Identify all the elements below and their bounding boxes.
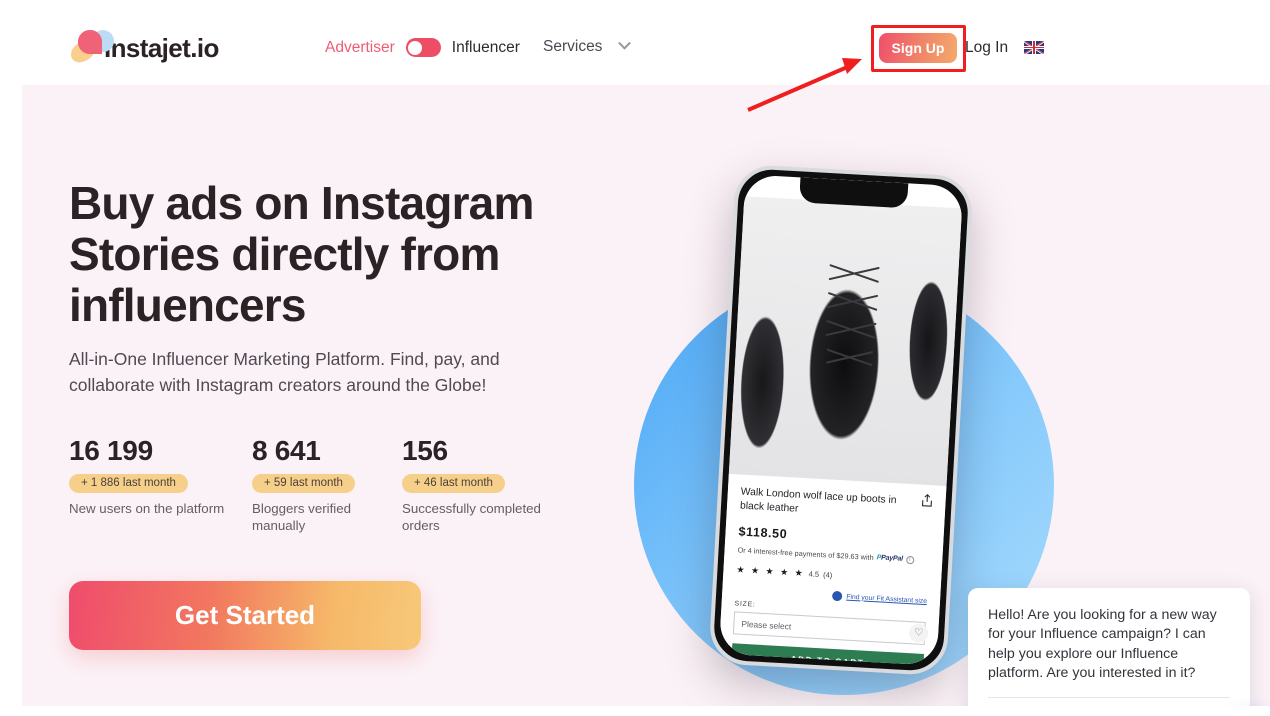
- stat-label: New users on the platform: [69, 501, 225, 516]
- stat-value: 8 641: [252, 435, 321, 466]
- favorite-heart-icon[interactable]: ♡: [908, 623, 929, 644]
- nav-services-label: Services: [543, 38, 603, 55]
- product-photo-boots: [728, 196, 962, 488]
- stat-item: 16 199 + 1 886 last month New users on t…: [69, 435, 252, 534]
- rating-value: 4.5: [808, 569, 820, 580]
- site-logo[interactable]: Instajet.io: [66, 28, 219, 68]
- uk-flag-icon[interactable]: [1024, 41, 1044, 54]
- product-card: Walk London wolf lace up boots in black …: [718, 473, 947, 666]
- stats-row: 16 199 + 1 886 last month New users on t…: [69, 435, 629, 534]
- payment-note: Or 4 interest-free payments of $29.63 wi…: [737, 545, 874, 563]
- phone-mockup: Walk London wolf lace up boots in black …: [708, 163, 974, 677]
- influencer-label[interactable]: Influencer: [452, 39, 520, 57]
- page-title: Buy ads on Instagram Stories directly fr…: [69, 177, 534, 331]
- instajet-logo-icon: [66, 28, 116, 68]
- stat-value: 16 199: [69, 435, 153, 466]
- stat-item: 8 641 + 59 last month Bloggers verified …: [252, 435, 402, 534]
- chat-widget: Hello! Are you looking for a new way for…: [968, 588, 1250, 706]
- star-rating-icon: ★ ★ ★ ★ ★: [736, 564, 806, 579]
- phone-screen: Walk London wolf lace up boots in black …: [718, 174, 964, 666]
- size-select-value: Please select: [741, 618, 792, 632]
- toggle-knob: [408, 40, 423, 55]
- phone-body: Walk London wolf lace up boots in black …: [708, 163, 974, 677]
- review-count: (4): [822, 570, 833, 580]
- chat-message: Hello! Are you looking for a new way for…: [988, 607, 1217, 682]
- stat-label: Bloggers verified manually: [252, 501, 352, 533]
- fit-assistant-icon: [832, 590, 843, 602]
- stat-badge: + 46 last month: [402, 474, 505, 493]
- hero-section: Buy ads on Instagram Stories directly fr…: [22, 85, 1270, 706]
- role-toggle-switch[interactable]: [405, 38, 441, 57]
- chat-quick-replies: Yes No, I am Influencer: [968, 698, 1250, 706]
- advertiser-label[interactable]: Advertiser: [325, 39, 395, 57]
- add-to-cart-button[interactable]: ADD TO CART: [731, 643, 925, 666]
- role-switcher: Advertiser Influencer: [325, 38, 520, 57]
- stat-badge: + 59 last month: [252, 474, 355, 493]
- log-in-link[interactable]: Log In: [965, 39, 1008, 57]
- paypal-logo-icon: PPayPal: [876, 554, 904, 563]
- logo-text: Instajet.io: [104, 33, 219, 63]
- hero-subtitle: All-in-One Influencer Marketing Platform…: [69, 349, 500, 395]
- info-icon[interactable]: i: [905, 555, 915, 564]
- stat-value: 156: [402, 435, 448, 466]
- stat-item: 156 + 46 last month Successfully complet…: [402, 435, 582, 534]
- stat-badge: + 1 886 last month: [69, 474, 188, 493]
- site-header: Instajet.io Advertiser Influencer Servic…: [0, 0, 1270, 85]
- payment-note-row: Or 4 interest-free payments of $29.63 wi…: [737, 545, 929, 565]
- product-title: Walk London wolf lace up boots in black …: [739, 486, 897, 515]
- share-icon[interactable]: [921, 493, 933, 508]
- nav-services[interactable]: Services: [543, 36, 632, 56]
- landing-page: Instajet.io Advertiser Influencer Servic…: [0, 0, 1270, 716]
- stat-label: Successfully completed orders: [402, 501, 541, 533]
- fit-assistant-link[interactable]: Find your Fit Assistant size: [846, 593, 927, 605]
- product-rating-row: ★ ★ ★ ★ ★ 4.5 (4): [736, 564, 928, 586]
- sign-up-button[interactable]: Sign Up: [879, 33, 957, 63]
- product-price: $118.50: [738, 524, 788, 542]
- get-started-button[interactable]: Get Started: [69, 581, 421, 650]
- chevron-down-icon: [618, 36, 632, 50]
